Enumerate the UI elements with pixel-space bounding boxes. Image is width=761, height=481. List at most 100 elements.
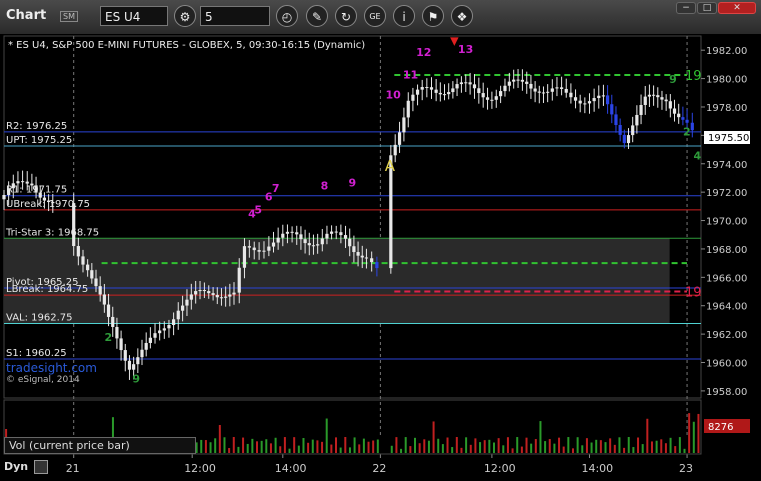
candle-body	[411, 94, 415, 101]
dynamic-mode-label[interactable]: Dyn	[4, 460, 48, 474]
volume-bar	[297, 445, 300, 453]
candle-body	[181, 305, 185, 311]
candle-body	[237, 267, 241, 293]
candle-body	[677, 113, 681, 118]
candle-body	[285, 231, 290, 234]
symbol-settings-icon[interactable]: ⚙	[174, 5, 196, 27]
level-label: VAL: 1962.75	[6, 312, 73, 323]
volume-bar	[548, 439, 551, 453]
volume-bar	[534, 439, 537, 453]
candle-body	[494, 96, 498, 100]
volume-bar	[571, 448, 574, 453]
last-price-label: 1975.50	[708, 133, 749, 144]
candle-body	[140, 349, 144, 358]
study-icon[interactable]: GE	[364, 5, 386, 27]
candle-body	[587, 101, 592, 104]
candle-body	[490, 99, 494, 101]
volume-bar	[362, 438, 365, 453]
volume-bar	[674, 446, 677, 453]
volume-bar	[260, 440, 263, 453]
candle-body	[90, 270, 94, 279]
interval-input[interactable]: 5	[200, 6, 270, 26]
candle-body	[42, 197, 47, 201]
candle-body	[468, 82, 472, 85]
y-tick-label: 1974.00	[706, 160, 747, 171]
candle-body	[364, 257, 369, 259]
maximize-button[interactable]: □	[697, 2, 717, 14]
close-button[interactable]: ✕	[718, 2, 756, 14]
volume-bar	[590, 442, 593, 453]
volume-bar	[376, 439, 379, 453]
y-tick-label: 1964.00	[706, 302, 747, 313]
candle-body	[132, 364, 136, 370]
volume-bar	[451, 447, 454, 453]
link-badge[interactable]: SM	[60, 11, 78, 22]
candle-body	[472, 84, 477, 89]
annotation-label: 5	[254, 203, 262, 216]
candle-body	[485, 97, 490, 100]
level-label: UBreak: 1970.75	[6, 199, 90, 210]
dyn-toggle-icon[interactable]	[33, 460, 48, 474]
volume-bar	[437, 438, 440, 453]
candle-body	[614, 114, 618, 126]
y-tick-label: 1978.00	[706, 103, 747, 114]
volume-value-label: 8276	[708, 422, 733, 433]
annotation-label: 8	[321, 179, 329, 192]
volume-bar	[311, 439, 314, 453]
x-tick-label: 14:00	[581, 462, 613, 475]
candle-body	[459, 82, 464, 85]
volume-bar	[418, 443, 421, 453]
price-chart[interactable]: R2: 1976.25UPT: 1975.25R1: 1971.75UBreak…	[0, 34, 761, 481]
dyn-text: Dyn	[4, 460, 29, 473]
candle-body	[356, 252, 360, 256]
pencil-draw-icon[interactable]: ✎	[306, 5, 328, 27]
candle-body	[555, 87, 559, 89]
volume-bar	[669, 437, 672, 453]
minimize-button[interactable]: −	[676, 2, 696, 14]
volume-bar	[627, 437, 630, 453]
arrow-marker: ▼	[450, 35, 459, 48]
candle-body	[652, 94, 656, 96]
dashed-level-label: 19	[685, 286, 702, 301]
volume-bar	[520, 446, 523, 453]
candle-body	[144, 342, 148, 350]
volume-bar	[251, 438, 254, 453]
refresh-icon[interactable]: ↻	[335, 5, 357, 27]
chart-toolbar: Chart SM ES U4 ⚙ 5 ◴ ✎ ↻ GE i ⚑ ❖ − □ ✕	[0, 0, 761, 35]
volume-bar	[660, 439, 663, 453]
volume-study-label[interactable]: Vol (current price bar)	[4, 437, 196, 454]
candle-body	[601, 95, 606, 97]
candle-body	[158, 330, 162, 334]
candle-body	[215, 294, 219, 298]
volume-bar	[497, 438, 500, 453]
volume-bar	[228, 448, 231, 453]
candle-body	[520, 79, 524, 82]
candle-body	[643, 96, 647, 105]
volume-bar	[302, 438, 305, 453]
volume-bar	[339, 447, 342, 453]
x-tick-label: 23	[679, 462, 693, 475]
candle-body	[202, 290, 206, 292]
candle-body	[434, 89, 438, 93]
volume-bar	[237, 446, 240, 453]
candle-body	[668, 101, 672, 109]
candle-body	[76, 246, 80, 257]
draw-tools-icon[interactable]: ❖	[451, 5, 473, 27]
info-icon[interactable]: i	[393, 5, 415, 27]
candle-body	[262, 250, 266, 252]
candle-body	[252, 247, 256, 251]
annotation-label: 9	[349, 176, 357, 189]
candle-body	[38, 192, 42, 198]
volume-bar	[307, 442, 310, 453]
volume-bar	[492, 442, 495, 453]
symbol-input[interactable]: ES U4	[100, 6, 168, 26]
candle-body	[115, 326, 119, 339]
volume-bar	[214, 438, 217, 453]
volume-bar	[576, 437, 579, 453]
volume-bar	[516, 437, 519, 453]
tag-icon[interactable]: ⚑	[422, 5, 444, 27]
interval-clock-icon[interactable]: ◴	[276, 5, 298, 27]
candle-body	[211, 293, 215, 295]
candle-body	[647, 94, 652, 97]
watermark: tradesight.com	[6, 361, 97, 375]
